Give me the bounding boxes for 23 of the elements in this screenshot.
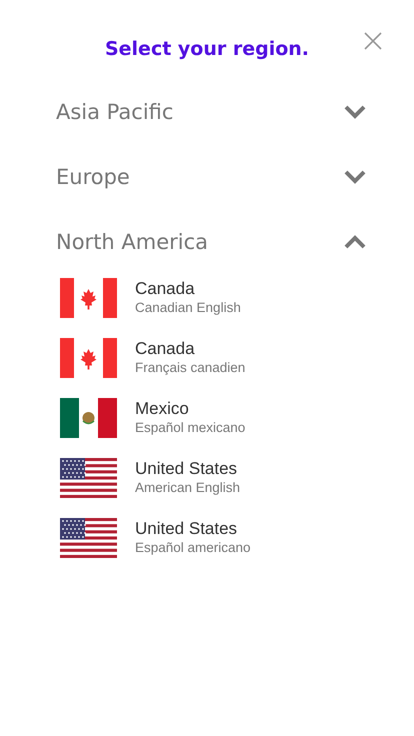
flag-icon xyxy=(60,278,117,318)
language-name: Español americano xyxy=(135,539,251,557)
country-name[interactable]: United States xyxy=(135,519,251,539)
region-header[interactable]: Asia Pacific xyxy=(56,80,366,144)
chevron-down-icon xyxy=(344,170,366,184)
region-header[interactable]: Europe xyxy=(56,145,366,209)
region-header[interactable]: North America xyxy=(56,210,366,274)
country-name[interactable]: Canada xyxy=(135,339,246,359)
flag-icon xyxy=(60,518,117,558)
language-name: American English xyxy=(135,479,240,497)
close-icon[interactable] xyxy=(364,32,382,50)
country-name[interactable]: Mexico xyxy=(135,399,246,419)
chevron-up-icon xyxy=(344,235,366,249)
dialog-title: Select your region. xyxy=(104,38,310,60)
language-name: Español mexicano xyxy=(135,419,246,437)
flag-icon xyxy=(60,338,117,378)
country-name[interactable]: Canada xyxy=(135,279,241,299)
language-name: Français canadien xyxy=(135,359,246,377)
flag-icon xyxy=(60,458,117,498)
language-name: Canadian English xyxy=(135,299,241,317)
flag-icon xyxy=(60,398,117,438)
country-name[interactable]: United States xyxy=(135,459,240,479)
chevron-down-icon xyxy=(344,105,366,119)
